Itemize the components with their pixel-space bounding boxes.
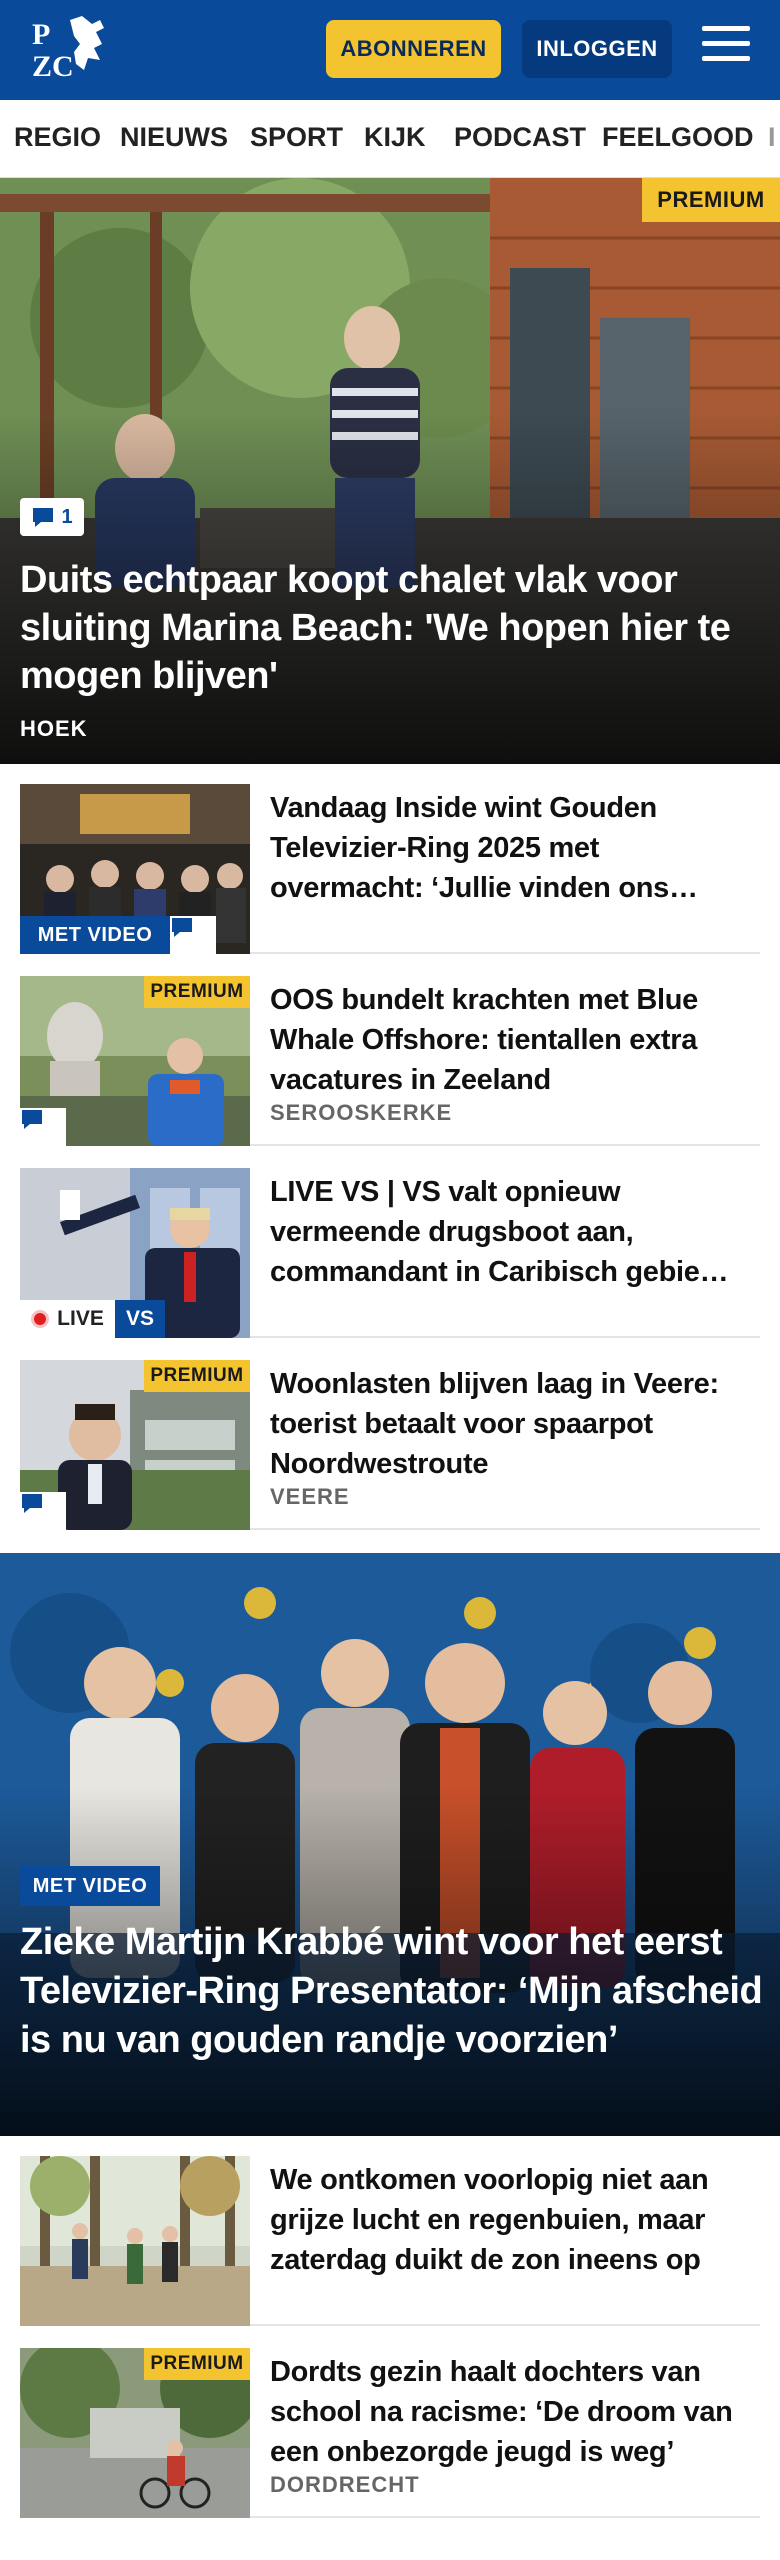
article-headline[interactable]: OOS bundelt krachten met Blue Whale Offs… <box>270 980 760 1100</box>
feature-article[interactable]: MET VIDEO Zieke Martijn Krabbé wint voor… <box>0 1552 780 2136</box>
site-header: P Z C ABONNEREN INLOGGEN <box>0 0 780 100</box>
comment-icon <box>22 1110 42 1129</box>
list-item[interactable]: We ontkomen voorlopig niet aan grijze lu… <box>20 2136 760 2326</box>
feature-headline[interactable]: Zieke Martijn Krabbé wint voor het eerst… <box>20 1918 765 2065</box>
nav-item-kijk[interactable]: KIJK <box>364 122 426 153</box>
svg-text:P: P <box>32 18 50 51</box>
article-headline[interactable]: Vandaag Inside wint Gouden Televizier-Ri… <box>270 788 760 908</box>
article-thumbnail: MET VIDEO <box>20 784 250 954</box>
comment-icon <box>33 508 54 527</box>
login-button[interactable]: INLOGGEN <box>522 20 672 78</box>
svg-text:C: C <box>52 50 74 83</box>
article-location: SEROOSKERKE <box>270 1100 453 1125</box>
article-thumbnail: LIVE VS <box>20 1168 250 1338</box>
article-headline[interactable]: Woonlasten blijven laag in Veere: toeris… <box>270 1364 760 1484</box>
nav-item-feelgood[interactable]: FEELGOOD <box>602 122 754 153</box>
premium-badge: PREMIUM <box>144 1360 250 1392</box>
comment-badge[interactable] <box>170 916 216 954</box>
live-dot-icon <box>31 1310 50 1328</box>
list-item[interactable]: PREMIUM OOS bundelt krachten met Blue Wh… <box>20 956 760 1146</box>
list-item[interactable]: PREMIUM Woonlasten blijven laag in Veere… <box>20 1340 760 1530</box>
article-headline[interactable]: We ontkomen voorlopig niet aan grijze lu… <box>270 2160 760 2280</box>
nav-item-regio[interactable]: REGIO <box>14 122 101 153</box>
region-badge: VS <box>115 1300 165 1338</box>
comment-count-badge[interactable]: 1 <box>20 498 84 536</box>
svg-text:Z: Z <box>32 50 52 83</box>
article-thumbnail <box>20 2156 250 2326</box>
nav-item-podcast[interactable]: PODCAST <box>454 122 586 153</box>
comment-badge[interactable] <box>20 1108 66 1146</box>
list-item[interactable]: LIVE VS LIVE VS | VS valt opnieuw vermee… <box>20 1148 760 1338</box>
premium-badge: PREMIUM <box>144 976 250 1008</box>
premium-badge: PREMIUM <box>144 2348 250 2380</box>
comment-badge[interactable] <box>20 1492 66 1530</box>
comment-count: 1 <box>61 505 73 528</box>
article-thumbnail: PREMIUM <box>20 2348 250 2518</box>
hero-headline[interactable]: Duits echtpaar koopt chalet vlak voor sl… <box>20 556 760 700</box>
nav-item-sport[interactable]: SPORT <box>250 122 343 153</box>
video-badge: MET VIDEO <box>20 1866 160 1906</box>
hero-location: HOEK <box>20 716 88 741</box>
comment-icon <box>172 918 192 937</box>
article-location: VEERE <box>270 1484 350 1509</box>
nav-item-nieuws[interactable]: NIEUWS <box>120 122 228 153</box>
article-location: DORDRECHT <box>270 2472 420 2497</box>
premium-badge: PREMIUM <box>642 178 780 222</box>
menu-icon[interactable] <box>702 26 750 70</box>
article-thumbnail: PREMIUM <box>20 1360 250 1530</box>
list-item[interactable]: MET VIDEO Vandaag Inside wint Gouden Tel… <box>20 764 760 954</box>
live-badge: LIVE <box>20 1300 115 1338</box>
hero-article[interactable]: PREMIUM 1 Duits echtpaar koopt chalet vl… <box>0 178 780 764</box>
subscribe-button[interactable]: ABONNEREN <box>326 20 501 78</box>
nav-item-more[interactable]: I <box>768 122 776 153</box>
list-item[interactable]: PREMIUM Dordts gezin haalt dochters van … <box>20 2328 760 2518</box>
article-headline[interactable]: LIVE VS | VS valt opnieuw vermeende drug… <box>270 1172 760 1292</box>
article-headline[interactable]: Dordts gezin haalt dochters van school n… <box>270 2352 760 2472</box>
article-thumbnail: PREMIUM <box>20 976 250 1146</box>
pzc-logo[interactable]: P Z C <box>30 14 110 86</box>
section-nav: REGIO NIEUWS SPORT KIJK PODCAST FEELGOOD… <box>0 100 780 178</box>
video-badge: MET VIDEO <box>20 916 170 954</box>
comment-icon <box>22 1494 42 1513</box>
